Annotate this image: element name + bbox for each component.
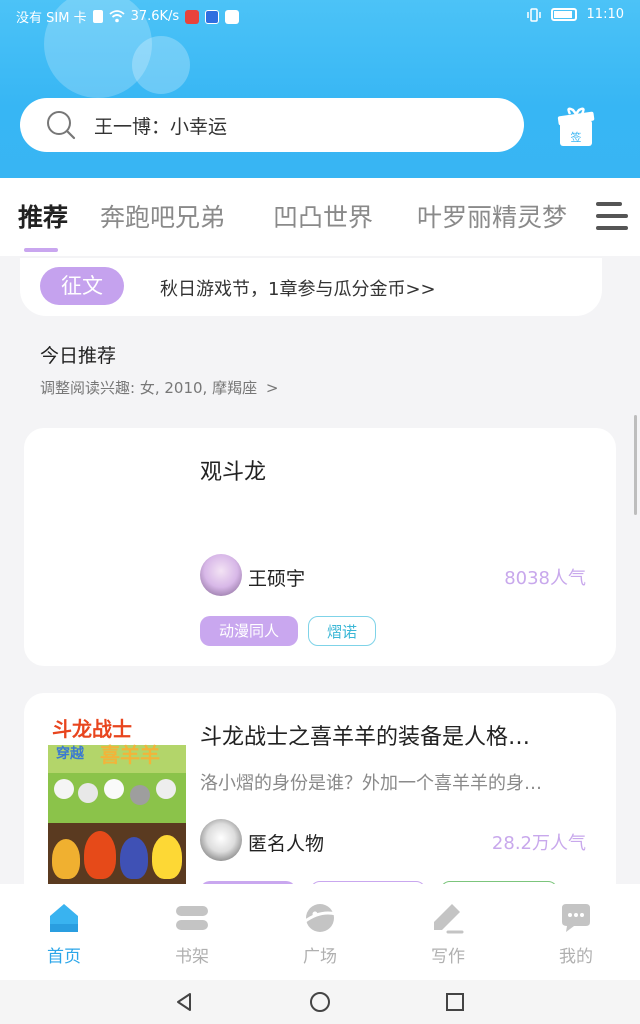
bottom-nav: 首页 书架 广场 写作 我的 <box>0 884 640 980</box>
menu-icon <box>596 202 622 206</box>
tabs-menu-button[interactable] <box>580 178 640 256</box>
pen-icon <box>434 904 464 934</box>
decor-bubble <box>132 36 190 94</box>
tab-running-man[interactable]: 奔跑吧兄弟 <box>100 198 225 234</box>
app-notification-icon <box>185 9 200 24</box>
sign-in-gift-icon[interactable]: 签 <box>556 106 596 148</box>
search-icon <box>47 111 76 140</box>
recents-icon[interactable] <box>445 992 465 1012</box>
menu-icon-line <box>596 226 628 230</box>
cover-title: 斗龙战士 <box>52 717 132 741</box>
menu-icon-line <box>596 214 628 218</box>
nav-write[interactable]: 写作 <box>384 884 512 980</box>
nav-label: 写作 <box>431 947 465 967</box>
search-placeholder: 王一博：小幸运 <box>94 115 228 138</box>
active-tab-indicator <box>24 248 58 252</box>
cover-subtitle: 穿越 <box>56 746 84 762</box>
home-icon <box>50 904 78 932</box>
planet-icon <box>303 904 337 932</box>
system-navigation-bar <box>0 980 640 1024</box>
back-icon[interactable] <box>174 992 194 1012</box>
chevron-right-icon: > <box>265 379 279 397</box>
adjust-interest-link[interactable]: 调整阅读兴趣: 女, 2010, 摩羯座 > <box>40 377 278 398</box>
book-description: 洛小熠的身份是谁？外加一个喜羊羊的身… <box>200 773 542 794</box>
popularity: 8038人气 <box>504 568 586 589</box>
vibrate-icon <box>526 7 541 22</box>
book-title: 观斗龙 <box>200 460 267 485</box>
scrollbar[interactable] <box>634 415 637 515</box>
nav-label: 我的 <box>559 947 593 967</box>
popularity: 28.2万人气 <box>491 833 586 854</box>
nav-label: 首页 <box>47 947 81 967</box>
author-name: 王硕宇 <box>248 568 306 590</box>
avatar <box>200 554 242 596</box>
book-title: 斗龙战士之喜羊羊的装备是人格… <box>200 725 531 750</box>
chat-bubble-icon <box>562 904 590 932</box>
bookshelf-icon <box>176 906 208 930</box>
book-cover: 斗龙战士 穿越 喜羊羊 <box>48 713 186 913</box>
banner-text: 秋日游戏节，1章参与瓜分金币>> <box>160 279 436 300</box>
nav-mine[interactable]: 我的 <box>512 884 640 980</box>
tag-badge[interactable]: 熠诺 <box>308 616 376 646</box>
tab-yeloli[interactable]: 叶罗丽精灵梦 <box>417 198 567 234</box>
carrier-text: 没有 SIM 卡 <box>16 11 87 26</box>
tag-badge[interactable]: 动漫同人 <box>200 616 298 646</box>
wifi-icon <box>108 10 125 23</box>
author-name: 匿名人物 <box>248 833 325 855</box>
app-notification-icon <box>205 9 220 24</box>
cover-subtitle: 喜羊羊 <box>100 743 160 767</box>
section-title: 今日推荐 <box>40 345 117 367</box>
nav-square[interactable]: 广场 <box>256 884 384 980</box>
app-notification-icon <box>225 9 240 24</box>
home-circle-icon[interactable] <box>309 991 331 1013</box>
nav-label: 广场 <box>303 947 337 967</box>
network-speed: 37.6K/s <box>130 9 180 24</box>
tab-aotu-world[interactable]: 凹凸世界 <box>273 198 373 234</box>
book-card[interactable]: 观斗龙 王硕宇 8038人气 动漫同人 熠诺 <box>24 428 616 666</box>
category-tabs: 推荐 奔跑吧兄弟 凹凸世界 叶罗丽精灵梦 <box>0 178 640 256</box>
sim-alert-icon <box>92 10 103 23</box>
nav-label: 书架 <box>175 947 209 967</box>
clock: 11:10 <box>586 7 624 22</box>
search-bar[interactable]: 王一博：小幸运 <box>20 98 524 152</box>
nav-home[interactable]: 首页 <box>0 884 128 980</box>
status-bar: 没有 SIM 卡 37.6K/s 11:10 <box>0 0 640 32</box>
svg-text:签: 签 <box>571 130 582 144</box>
contest-banner[interactable]: 征文 秋日游戏节，1章参与瓜分金币>> <box>20 258 602 316</box>
nav-bookshelf[interactable]: 书架 <box>128 884 256 980</box>
battery-icon <box>550 8 577 21</box>
interest-text: 调整阅读兴趣: 女, 2010, 摩羯座 <box>40 379 258 397</box>
tab-recommend[interactable]: 推荐 <box>18 198 68 234</box>
contest-pill: 征文 <box>40 267 124 305</box>
avatar <box>200 819 242 861</box>
